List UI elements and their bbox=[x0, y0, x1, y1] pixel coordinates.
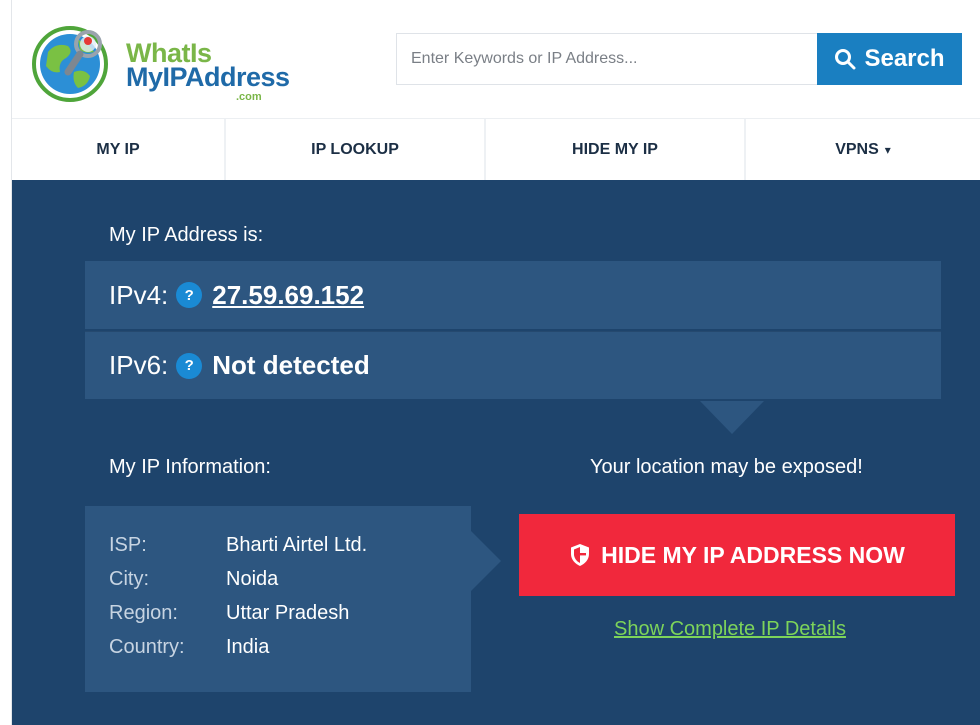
globe-magnifier-icon bbox=[32, 26, 108, 102]
info-value: Bharti Airtel Ltd. bbox=[226, 534, 368, 556]
shield-icon bbox=[571, 544, 590, 566]
help-icon[interactable]: ? bbox=[176, 282, 203, 308]
ip-panel: My IP Address is: IPv4: ? 27.59.69.152 I… bbox=[12, 180, 980, 725]
ipv6-value: Not detected bbox=[212, 350, 370, 380]
info-key: City: bbox=[109, 568, 149, 590]
info-box-pointer bbox=[471, 531, 501, 591]
ipv6-label: IPv6: bbox=[109, 350, 169, 380]
site-header: WhatIs MyIPAddress .com Search bbox=[12, 0, 980, 118]
help-icon[interactable]: ? bbox=[176, 352, 203, 379]
site-logo[interactable]: WhatIs MyIPAddress .com bbox=[30, 22, 310, 104]
nav-item-label: IP LOOKUP bbox=[311, 140, 399, 158]
logo-text-myipaddress: MyIPAddress bbox=[126, 62, 290, 92]
location-warning: Your location may be exposed! bbox=[590, 456, 863, 478]
nav-item-label: VPNS bbox=[835, 140, 879, 158]
main-nav: MY IP IP LOOKUP HIDE MY IP VPNS ▾ bbox=[12, 118, 980, 180]
hide-my-ip-button-label: HIDE MY IP ADDRESS NOW bbox=[601, 541, 905, 568]
info-value: Uttar Pradesh bbox=[226, 602, 350, 624]
show-ip-details-link[interactable]: Show Complete IP Details bbox=[614, 618, 846, 641]
ip-info-box: ISP: Bharti Airtel Ltd. City: Noida Regi… bbox=[85, 506, 471, 692]
ipv4-value[interactable]: 27.59.69.152 bbox=[212, 280, 364, 311]
nav-item-hide-my-ip[interactable]: HIDE MY IP bbox=[486, 119, 746, 180]
nav-item-ip-lookup[interactable]: IP LOOKUP bbox=[226, 119, 486, 180]
ip-box-pointer bbox=[700, 401, 764, 434]
info-value: Noida bbox=[226, 568, 279, 590]
nav-item-label: MY IP bbox=[96, 140, 140, 158]
nav-item-label: HIDE MY IP bbox=[572, 140, 658, 158]
info-key: Region: bbox=[109, 602, 178, 624]
search-icon bbox=[835, 49, 856, 70]
ipv4-row: IPv4: ? 27.59.69.152 bbox=[85, 261, 941, 329]
search-input[interactable] bbox=[396, 33, 818, 85]
ip-heading: My IP Address is: bbox=[109, 224, 264, 246]
page: WhatIs MyIPAddress .com Search MY IP IP … bbox=[0, 0, 980, 725]
ipv6-row: IPv6: ? Not detected bbox=[85, 331, 941, 399]
ipv4-label: IPv4: bbox=[109, 279, 169, 310]
nav-item-my-ip[interactable]: MY IP bbox=[12, 119, 226, 180]
caret-down-icon: ▾ bbox=[884, 142, 891, 157]
search-button[interactable]: Search bbox=[817, 33, 962, 85]
search-button-label: Search bbox=[864, 45, 945, 72]
info-key: ISP: bbox=[109, 534, 147, 556]
info-key: Country: bbox=[109, 636, 185, 658]
left-edge-strip bbox=[0, 0, 12, 725]
logo-domain-suffix: .com bbox=[236, 91, 262, 103]
info-heading: My IP Information: bbox=[109, 456, 271, 478]
hide-my-ip-button[interactable]: HIDE MY IP ADDRESS NOW bbox=[519, 514, 955, 596]
nav-item-vpns[interactable]: VPNS ▾ bbox=[746, 119, 980, 180]
info-value: India bbox=[226, 636, 270, 658]
